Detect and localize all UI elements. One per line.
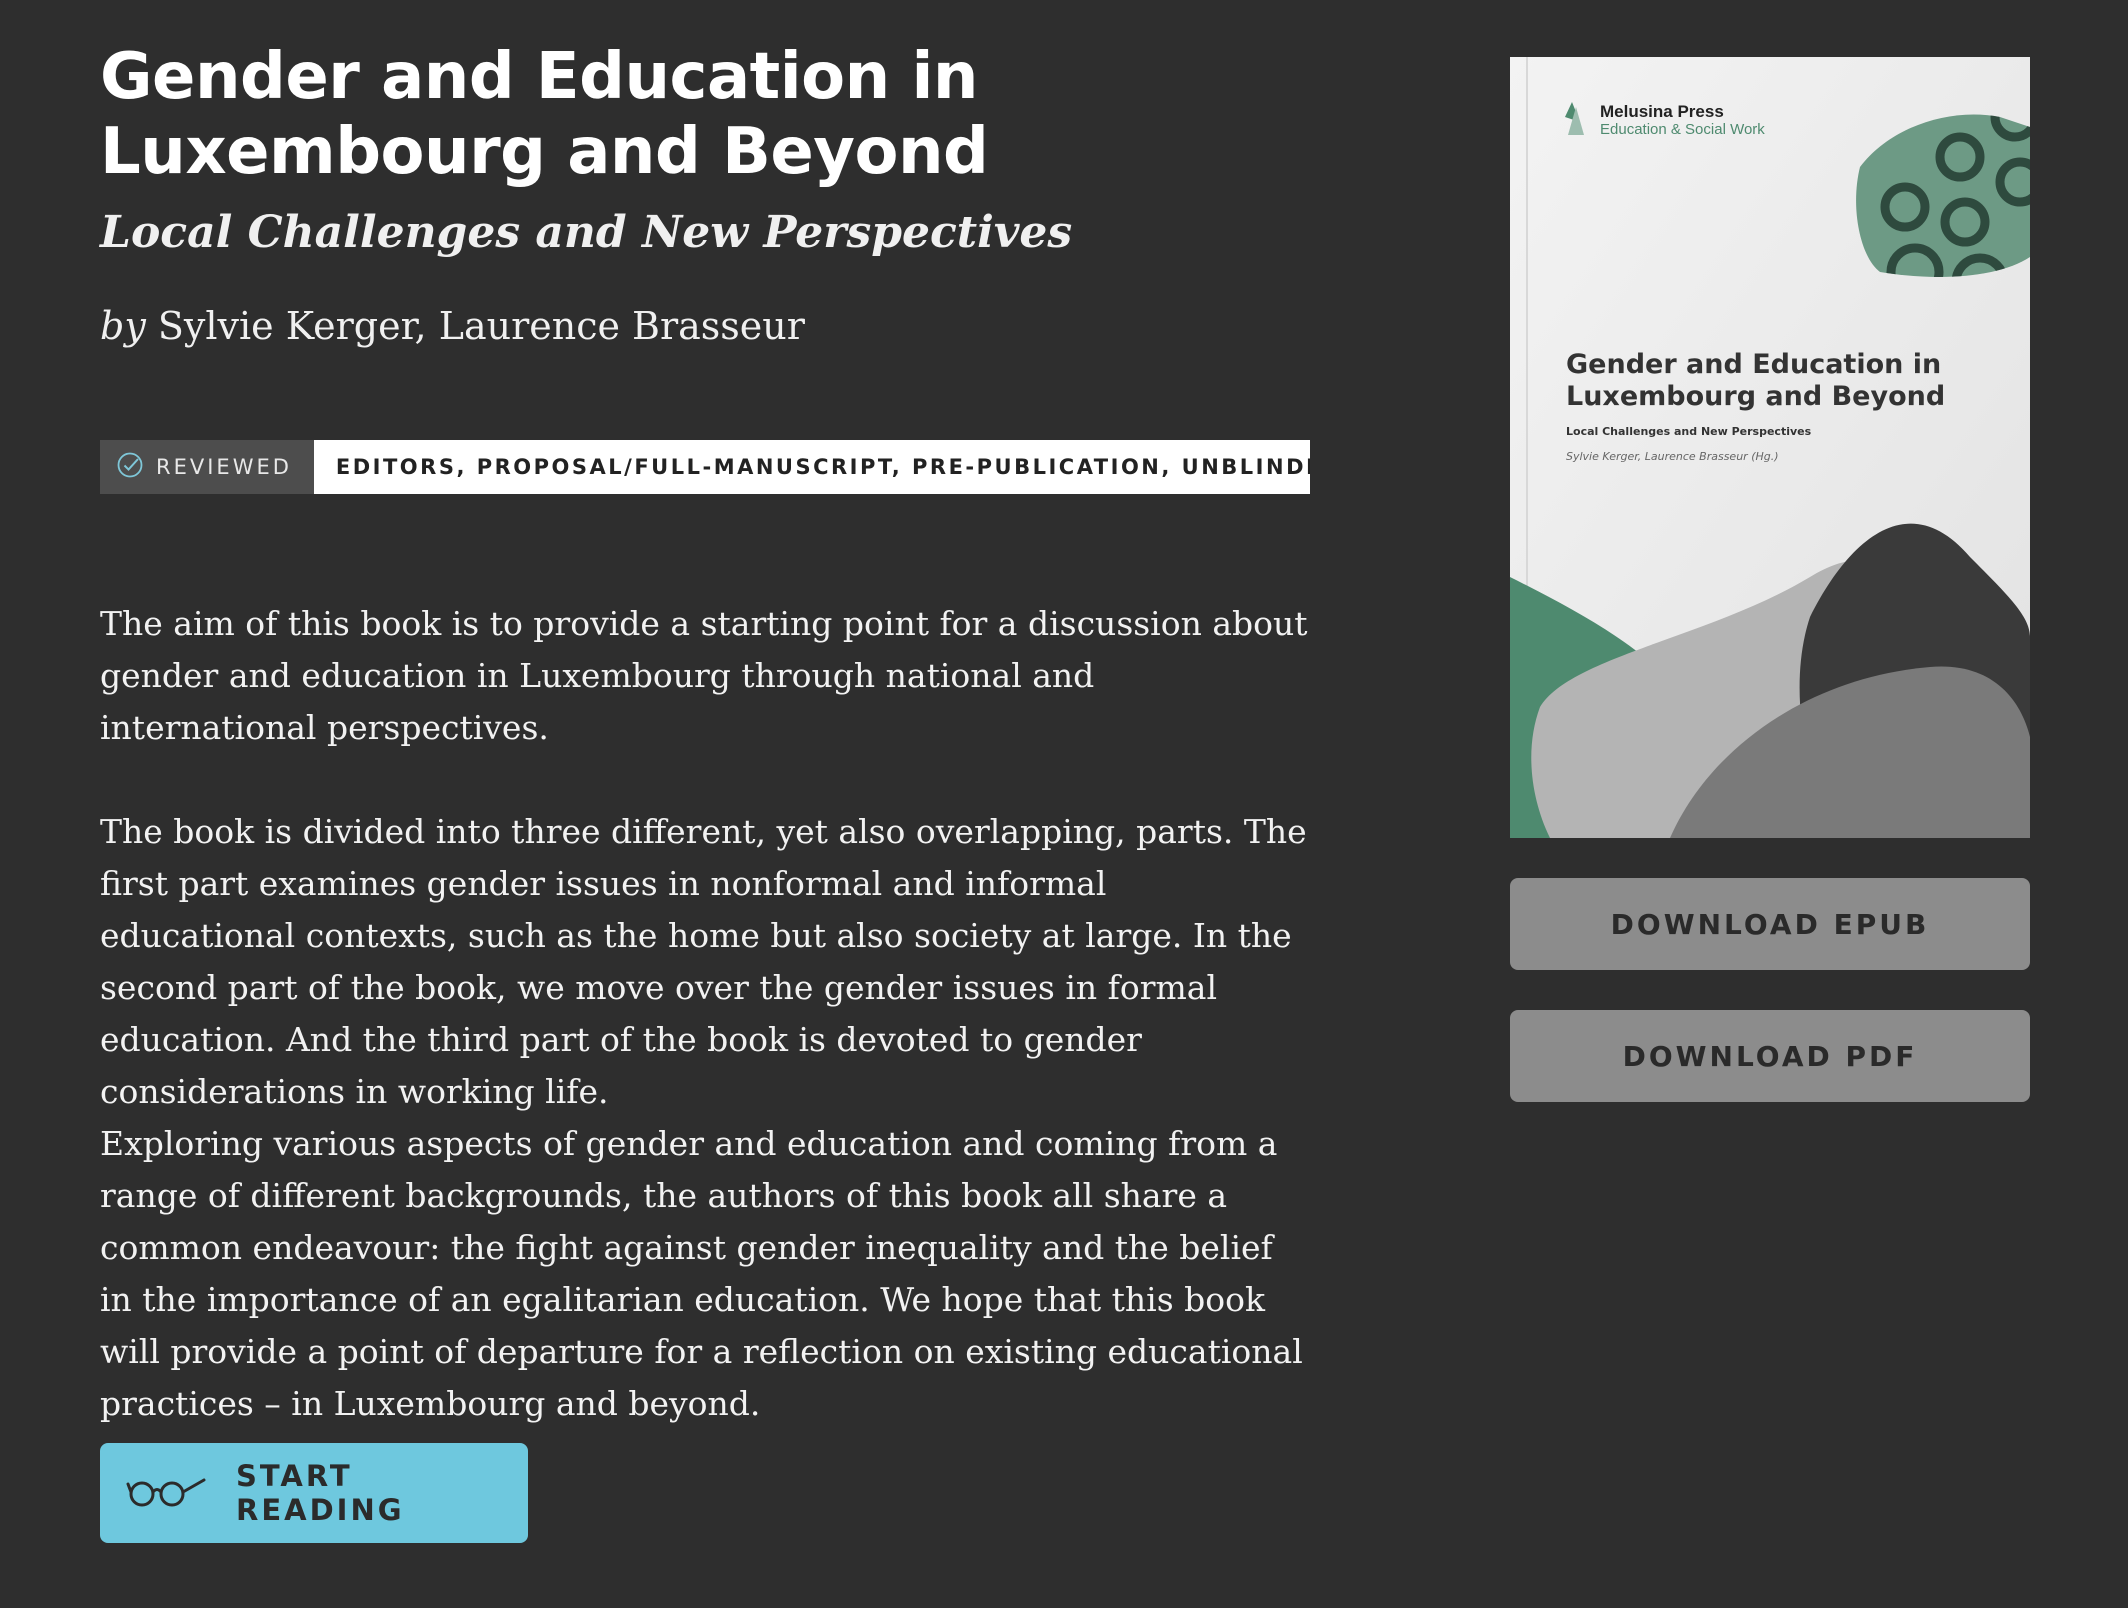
book-title: Gender and Education in Luxembourg and B… (100, 40, 989, 189)
description-paragraph: Exploring various aspects of gender and … (100, 1124, 1303, 1423)
download-epub-button[interactable]: DOWNLOAD EPUB (1510, 878, 2030, 970)
cover-title-line: Gender and Education in (1566, 349, 1942, 380)
authors: Sylvie Kerger, Laurence Brasseur (157, 304, 805, 348)
book-info: Gender and Education in Luxembourg and B… (100, 40, 1312, 1430)
by-prefix: by (100, 304, 146, 348)
download-pdf-button[interactable]: DOWNLOAD PDF (1510, 1010, 2030, 1102)
byline: by Sylvie Kerger, Laurence Brasseur (100, 302, 1312, 350)
book-cover: Melusina Press Education & Social Work G… (1510, 57, 2030, 838)
review-details: EDITORS, PROPOSAL/FULL-MANUSCRIPT, PRE-P… (313, 440, 1310, 494)
cover-authors: Sylvie Kerger, Laurence Brasseur (Hg.) (1566, 450, 1779, 463)
description-paragraph: The book is divided into three different… (100, 812, 1307, 1111)
description-paragraph: The aim of this book is to provide a sta… (100, 604, 1308, 747)
book-description: The aim of this book is to provide a sta… (100, 598, 1312, 1430)
review-label: REVIEWED (156, 455, 292, 479)
cover-publisher: Melusina Press Education & Social Work (1600, 102, 1765, 139)
cover-series: Education & Social Work (1600, 121, 1765, 138)
review-label-box: REVIEWED (100, 440, 314, 494)
check-circle-icon (116, 451, 144, 484)
review-badge: REVIEWED EDITORS, PROPOSAL/FULL-MANUSCRI… (100, 440, 1310, 494)
cover-title-line: Luxembourg and Beyond (1566, 381, 1946, 412)
book-subtitle: Local Challenges and New Perspectives (100, 207, 1073, 258)
glasses-icon (124, 1470, 208, 1517)
start-reading-label: START READING (236, 1459, 405, 1527)
start-reading-button[interactable]: START READING (100, 1443, 528, 1543)
cover-text: Gender and Education in Luxembourg and B… (1566, 349, 2006, 463)
cover-publisher-name: Melusina Press (1600, 102, 1724, 121)
cover-subtitle: Local Challenges and New Perspectives (1566, 425, 1812, 438)
